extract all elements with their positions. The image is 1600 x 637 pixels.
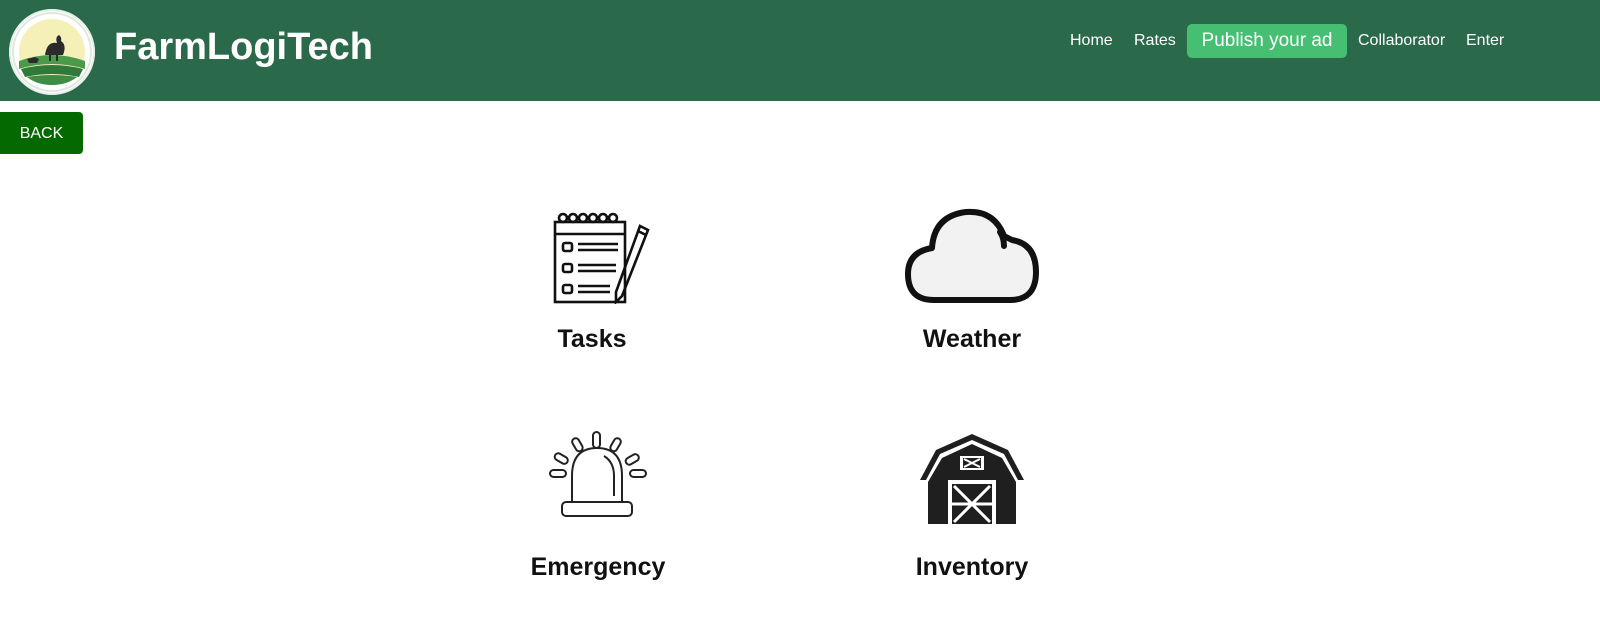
back-button[interactable]: BACK [0,112,83,154]
nav-enter-link[interactable]: Enter [1466,24,1504,58]
tile-label: Inventory [915,553,1029,581]
brand-title[interactable]: FarmLogiTech [114,24,373,70]
nav-collaborator-link[interactable]: Collaborator [1358,24,1445,58]
weather-tile[interactable]: Weather [852,200,1092,370]
checklist-icon [553,212,650,304]
emergency-tile[interactable]: Emergency [478,430,718,600]
cloud-icon [905,208,1039,303]
inventory-tile[interactable]: Inventory [852,430,1092,600]
tile-label: Emergency [530,553,666,581]
barn-icon [920,434,1024,524]
tile-label: Weather [922,325,1022,353]
tile-label: Tasks [557,325,627,353]
tasks-tile[interactable]: Tasks [472,200,712,370]
nav-home-link[interactable]: Home [1070,24,1113,58]
top-navigation-bar: FarmLogiTech Home Rates Publish your ad … [0,0,1600,101]
nav-rates-link[interactable]: Rates [1134,24,1176,58]
siren-icon [549,431,647,517]
publish-ad-button[interactable]: Publish your ad [1187,24,1347,58]
farm-logo-icon[interactable] [9,9,95,95]
